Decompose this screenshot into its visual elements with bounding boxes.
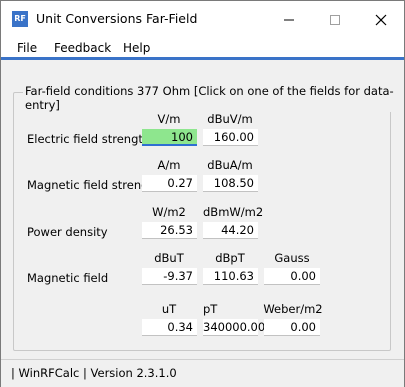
unit-ut: uT	[161, 302, 177, 316]
field-weber-per-m2[interactable]: 0.00	[264, 319, 320, 336]
group-label: Far-field conditions 377 Ohm [Click on o…	[23, 84, 404, 112]
unit-dbut: dBuT	[154, 251, 184, 265]
status-bar: | WinRFCalc | Version 2.3.1.0	[1, 359, 404, 387]
field-v-per-m[interactable]: 100	[142, 129, 197, 146]
far-field-group	[13, 92, 391, 351]
minimize-icon	[284, 19, 294, 20]
field-dbmw-per-m2[interactable]: 44.20	[203, 222, 258, 239]
unit-v-per-m: V/m	[157, 112, 181, 126]
field-ut[interactable]: 0.34	[142, 319, 197, 336]
close-icon	[375, 14, 387, 25]
window-title: Unit Conversions Far-Field	[36, 11, 198, 26]
field-gauss[interactable]: 0.00	[264, 268, 320, 285]
unit-dbpt: dBpT	[215, 251, 245, 265]
title-bar[interactable]: RF Unit Conversions Far-Field	[1, 1, 404, 37]
unit-gauss: Gauss	[274, 251, 310, 265]
power-density-label: Power density	[27, 225, 108, 239]
field-dbuv-per-m[interactable]: 160.00	[203, 129, 258, 146]
minimize-button[interactable]	[266, 1, 312, 37]
electric-field-label: Electric field strength	[27, 132, 151, 146]
maximize-button[interactable]	[312, 1, 358, 37]
menu-bar: File Feedback Help	[1, 37, 404, 57]
field-a-per-m[interactable]: 0.27	[142, 175, 197, 192]
unit-dbuv-per-m: dBuV/m	[207, 112, 253, 126]
close-button[interactable]	[358, 1, 404, 37]
maximize-icon	[330, 14, 340, 25]
field-pt[interactable]: 340000.00	[203, 319, 265, 336]
magnetic-field-strength-label: Magnetic field strength	[27, 178, 161, 192]
unit-w-per-m2: W/m2	[152, 205, 186, 219]
field-dbpt[interactable]: 110.63	[203, 268, 258, 285]
menu-help[interactable]: Help	[123, 41, 150, 55]
menu-file[interactable]: File	[17, 41, 37, 55]
field-dbut[interactable]: -9.37	[142, 268, 197, 285]
field-w-per-m2[interactable]: 26.53	[142, 222, 197, 239]
unit-dbua-per-m: dBuA/m	[207, 158, 253, 172]
menu-feedback[interactable]: Feedback	[54, 41, 111, 55]
status-text: | WinRFCalc | Version 2.3.1.0	[11, 366, 177, 380]
unit-a-per-m: A/m	[157, 158, 181, 172]
field-dbua-per-m[interactable]: 108.50	[203, 175, 258, 192]
app-icon: RF	[12, 11, 28, 27]
unit-weber-per-m2: Weber/m2	[263, 302, 323, 316]
menu-accent-divider	[1, 57, 404, 60]
unit-dbmw-per-m2: dBmW/m2	[203, 205, 264, 219]
app-window: RF Unit Conversions Far-Field File Feedb…	[0, 0, 405, 387]
magnetic-field-label: Magnetic field	[27, 271, 109, 285]
unit-pt: pT	[203, 302, 218, 316]
